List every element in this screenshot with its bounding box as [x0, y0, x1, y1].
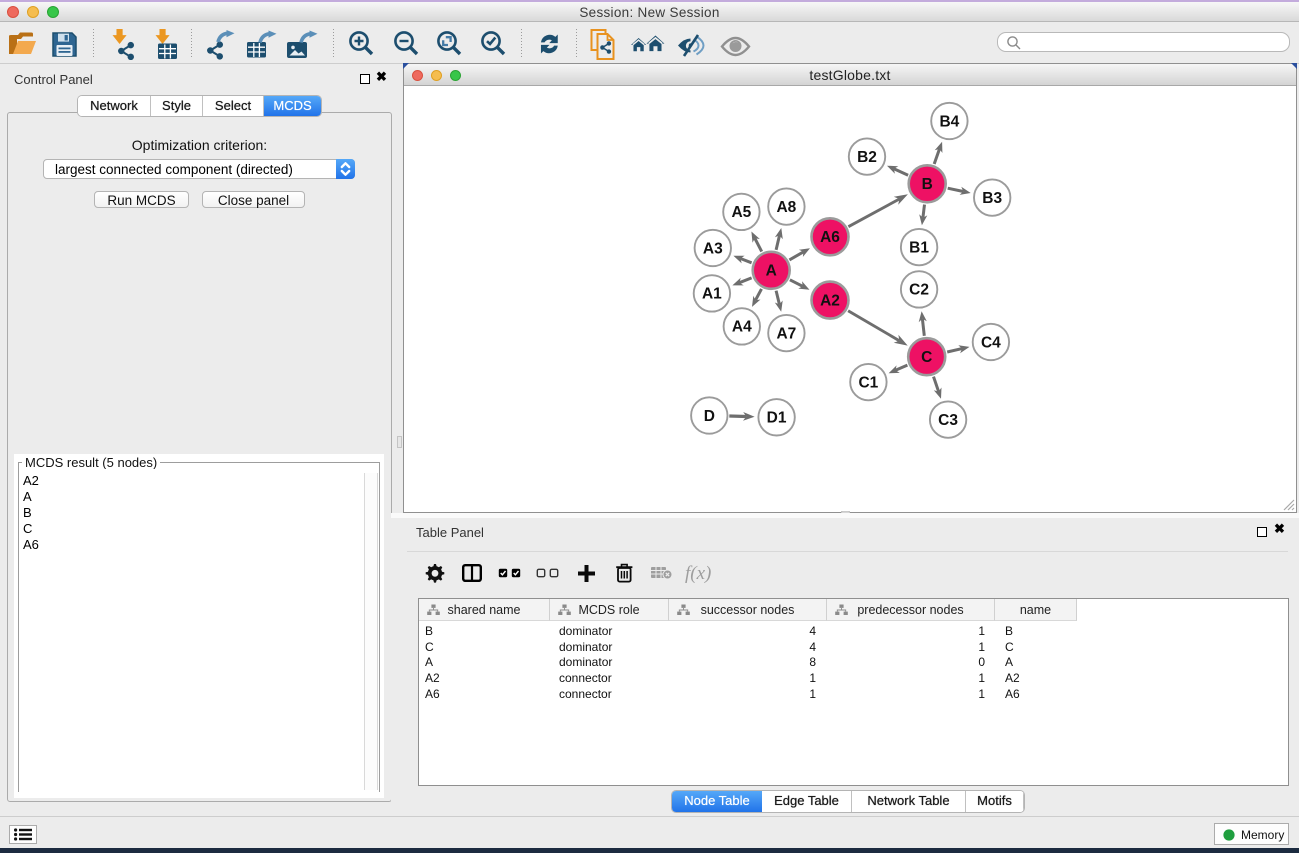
svg-text:C1: C1 [858, 374, 878, 391]
svg-text:A8: A8 [776, 199, 796, 216]
svg-text:B3: B3 [982, 190, 1002, 207]
svg-text:A5: A5 [731, 204, 751, 221]
svg-text:C4: C4 [981, 334, 1001, 351]
svg-text:A7: A7 [776, 325, 796, 342]
svg-text:D: D [704, 408, 715, 425]
svg-text:C: C [921, 349, 932, 366]
svg-text:f(x): f(x) [685, 563, 711, 584]
svg-text:C3: C3 [938, 412, 958, 429]
svg-text:A1: A1 [702, 286, 722, 303]
svg-text:B2: B2 [857, 149, 877, 166]
svg-text:C2: C2 [909, 282, 929, 299]
svg-text:A4: A4 [732, 319, 752, 336]
svg-text:A6: A6 [820, 229, 840, 246]
svg-text:A3: A3 [703, 240, 723, 257]
svg-text:B: B [922, 176, 933, 193]
svg-text:B4: B4 [939, 113, 959, 130]
svg-text:B1: B1 [909, 239, 929, 256]
svg-text:A: A [766, 263, 777, 280]
svg-text:A2: A2 [820, 292, 840, 309]
svg-text:D1: D1 [767, 410, 787, 427]
